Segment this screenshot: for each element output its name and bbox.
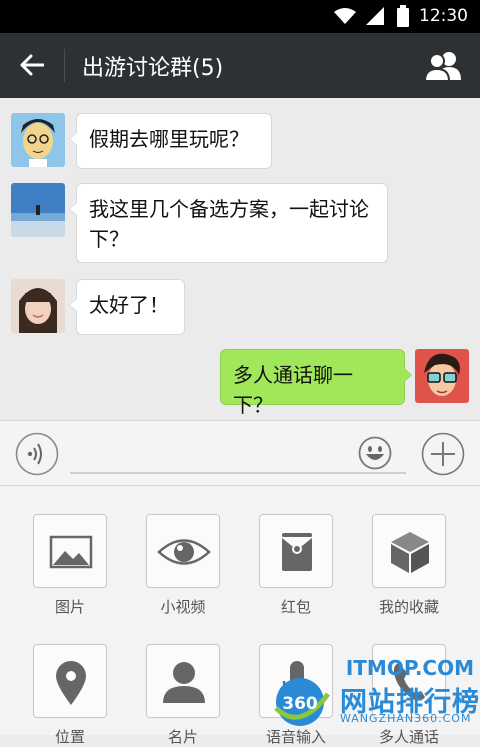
short-video-label: 小视频 (160, 598, 206, 616)
voice-toggle-icon[interactable] (15, 432, 59, 476)
group-call-button[interactable] (372, 644, 446, 718)
avatar[interactable] (11, 113, 65, 167)
message-bubble[interactable]: 假期去哪里玩呢？ (69, 113, 272, 169)
contact-card-label: 名片 (167, 728, 198, 746)
location-label: 位置 (54, 728, 85, 746)
chat-messages: 假期去哪里玩呢？ 我这里几个备选方案，一起讨论下？ 太好了！ 多人通话聊一下？ (0, 98, 480, 420)
image-label: 图片 (54, 598, 85, 616)
my-avatar[interactable] (415, 349, 469, 403)
avatar[interactable] (11, 183, 65, 237)
voice-input-label: 语音输入 (265, 728, 326, 746)
contact-card-icon (163, 662, 205, 703)
input-bar (0, 420, 480, 486)
eye-icon (157, 539, 211, 565)
favorites-button[interactable] (372, 514, 446, 588)
input-underline (70, 472, 406, 474)
phone-icon (393, 663, 425, 701)
microphone-icon (282, 661, 312, 705)
message-text: 太好了！ (89, 293, 169, 317)
attachment-panel: 图片 小视频 红包 我的收藏 位置 名片 语音输入 多人通话 (0, 486, 480, 746)
red-packet-label: 红包 (280, 598, 311, 616)
chat-header: 出游讨论群(5) (0, 33, 480, 98)
group-members-icon[interactable] (424, 51, 462, 81)
message-bubble[interactable]: 太好了！ (69, 279, 185, 335)
contact-card-button[interactable] (146, 644, 220, 718)
add-more-icon[interactable] (421, 432, 465, 476)
message-bubble[interactable]: 我这里几个备选方案，一起讨论下？ (69, 183, 388, 263)
wifi-icon (334, 8, 356, 24)
emoji-icon[interactable] (358, 436, 392, 470)
group-call-label: 多人通话 (378, 728, 439, 746)
status-time: 12:30 (419, 6, 468, 26)
cube-icon (391, 532, 429, 573)
sent-message-bubble[interactable]: 多人通话聊一下？ (220, 349, 412, 417)
status-bar: 12:30 (0, 0, 480, 33)
message-text: 假期去哪里玩呢？ (89, 127, 249, 151)
avatar[interactable] (11, 279, 65, 333)
message-text: 多人通话聊一下？ (233, 363, 353, 417)
image-button[interactable] (33, 514, 107, 588)
image-icon (49, 535, 93, 569)
location-button[interactable] (33, 644, 107, 718)
red-packet-icon (281, 533, 313, 571)
message-text: 我这里几个备选方案，一起讨论下？ (89, 197, 369, 251)
back-arrow-icon[interactable] (20, 54, 44, 76)
battery-icon (397, 5, 409, 27)
header-divider (64, 49, 65, 82)
red-packet-button[interactable] (259, 514, 333, 588)
favorites-label: 我的收藏 (378, 598, 439, 616)
voice-input-button[interactable] (259, 644, 333, 718)
short-video-button[interactable] (146, 514, 220, 588)
chat-title: 出游讨论群(5) (82, 56, 224, 81)
signal-icon (366, 7, 384, 25)
location-icon (56, 661, 86, 705)
